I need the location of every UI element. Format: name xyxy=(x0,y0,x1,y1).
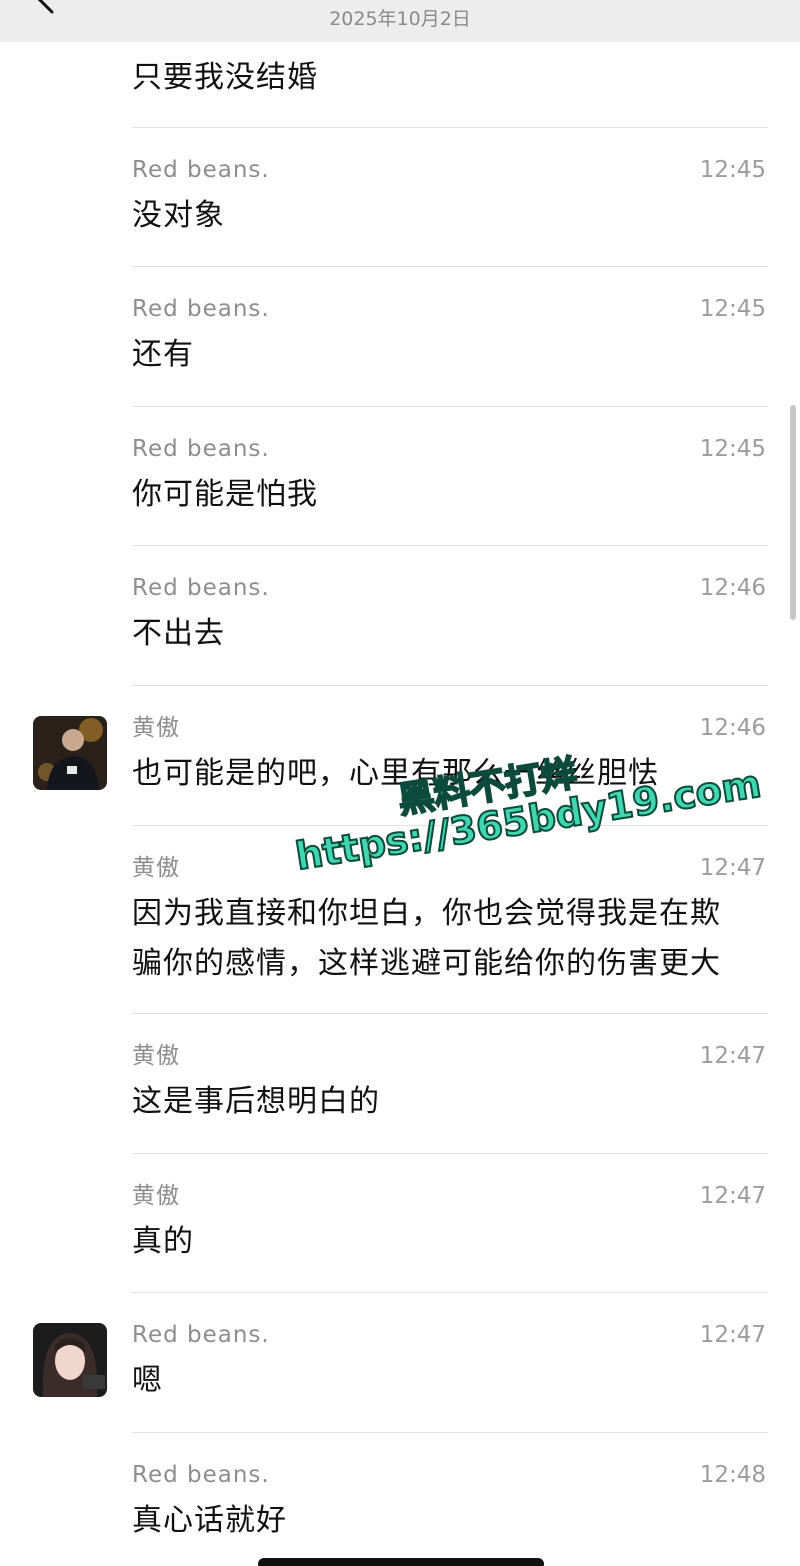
message-item[interactable]: 黄傲 12:47 这是事后想明白的 xyxy=(0,1014,800,1154)
message-time: 12:47 xyxy=(699,1183,766,1209)
sender-name: 黄傲 xyxy=(132,1183,180,1209)
message-text: 真心话就好 xyxy=(132,1503,287,1538)
header-date: 2025年10月2日 xyxy=(329,8,471,30)
sender-name: 黄傲 xyxy=(132,855,180,881)
avatar[interactable] xyxy=(33,716,107,790)
message-time: 12:46 xyxy=(699,715,766,741)
message-time: 12:46 xyxy=(699,575,766,601)
message-item[interactable]: Red beans. 12:47 嗯 xyxy=(0,1293,800,1433)
message-text: 也可能是的吧，心里有那么一丝丝胆怯 xyxy=(132,756,659,791)
message-text: 这是事后想明白的 xyxy=(132,1084,380,1119)
message-text: 不出去 xyxy=(132,616,225,651)
message-item[interactable]: Red beans. 12:46 不出去 xyxy=(0,546,800,686)
message-text-line-1: 因为我直接和你坦白，你也会觉得我是在欺 xyxy=(132,896,721,931)
sender-name: 黄傲 xyxy=(132,1043,180,1069)
message-item[interactable]: 黄傲 12:47 因为我直接和你坦白，你也会觉得我是在欺 骗你的感情，这样逃避可… xyxy=(0,826,800,1014)
top-bar: 2025年10月2日 xyxy=(0,0,800,42)
message-time: 12:45 xyxy=(699,157,766,183)
scrollbar[interactable] xyxy=(790,405,796,620)
message-time: 12:47 xyxy=(699,1322,766,1348)
message-time: 12:45 xyxy=(699,436,766,462)
message-text-line-2: 骗你的感情，这样逃避可能给你的伤害更大 xyxy=(132,946,721,981)
message-item[interactable]: 黄傲 12:47 真的 xyxy=(0,1154,800,1293)
message-item[interactable]: Red beans. 12:45 没对象 xyxy=(0,128,800,267)
sender-name: Red beans. xyxy=(132,436,270,462)
message-text: 没对象 xyxy=(132,198,225,233)
sender-name: Red beans. xyxy=(132,1322,270,1348)
message-item[interactable]: Red beans. 12:45 你可能是怕我 xyxy=(0,407,800,546)
message-time: 12:47 xyxy=(699,855,766,881)
message-item[interactable]: 只要我没结婚 xyxy=(0,42,800,128)
message-time: 12:45 xyxy=(699,296,766,322)
message-item[interactable]: Red beans. 12:45 还有 xyxy=(0,267,800,407)
message-item[interactable]: Red beans. 12:48 真心话就好 xyxy=(0,1433,800,1566)
sender-name: Red beans. xyxy=(132,296,270,322)
message-text: 还有 xyxy=(132,337,194,372)
message-time: 12:48 xyxy=(699,1462,766,1488)
more-icon[interactable] xyxy=(736,0,776,6)
sender-name: 黄傲 xyxy=(132,715,180,741)
avatar[interactable] xyxy=(33,1323,107,1397)
chat-history-screen: 2025年10月2日 只要我没结婚 Red beans. 12:45 没对象 R… xyxy=(0,0,800,1566)
sender-name: Red beans. xyxy=(132,157,270,183)
message-text: 你可能是怕我 xyxy=(132,477,318,512)
sender-name: Red beans. xyxy=(132,575,270,601)
message-item[interactable]: 黄傲 12:46 也可能是的吧，心里有那么一丝丝胆怯 xyxy=(0,686,800,826)
sender-name: Red beans. xyxy=(132,1462,270,1488)
message-text: 真的 xyxy=(132,1224,194,1259)
message-time: 12:47 xyxy=(699,1043,766,1069)
message-text: 嗯 xyxy=(132,1363,163,1398)
home-indicator xyxy=(258,1558,544,1566)
message-text: 只要我没结婚 xyxy=(132,60,318,95)
